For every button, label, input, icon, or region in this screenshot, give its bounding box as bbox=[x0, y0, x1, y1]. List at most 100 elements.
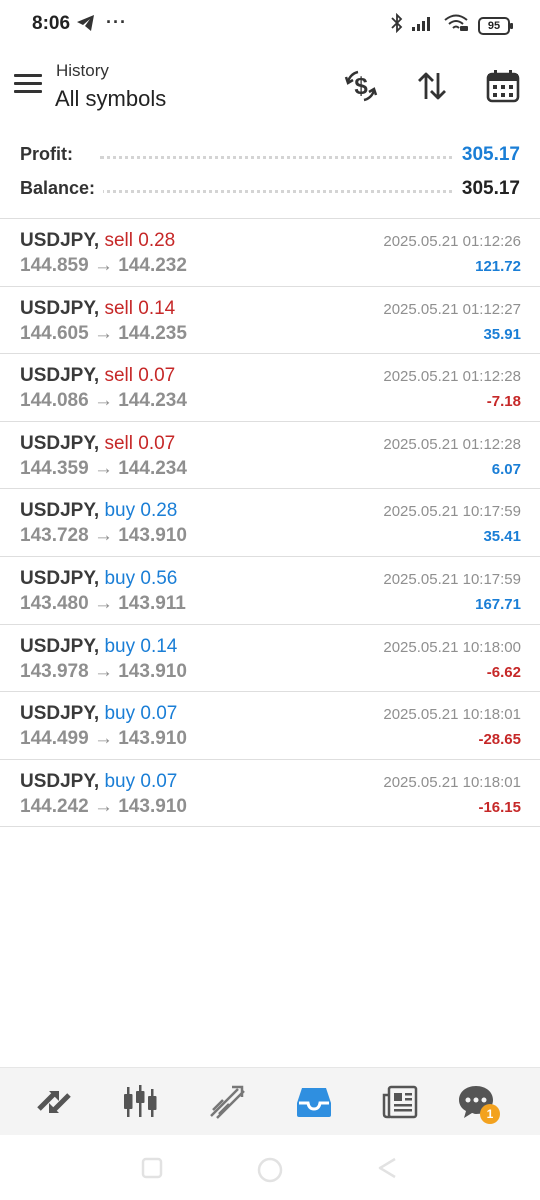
deal-time: 2025.05.21 10:18:00 bbox=[383, 638, 521, 656]
chart-icon[interactable] bbox=[120, 1082, 160, 1122]
deal-prices: 143.728 → 143.910 bbox=[20, 525, 187, 547]
messages-badge: 1 bbox=[480, 1104, 500, 1124]
deal-symbol-line: USDJPY, sell 0.14 bbox=[20, 298, 175, 320]
deal-prices: 144.359 → 144.234 bbox=[20, 457, 187, 479]
profit-label: Profit: bbox=[20, 144, 81, 165]
deal-action: buy 0.56 bbox=[104, 567, 178, 589]
deal-prices: 143.480 → 143.911 bbox=[20, 592, 186, 614]
currency-exchange-icon[interactable]: $ bbox=[341, 66, 381, 106]
balance-label: Balance: bbox=[20, 178, 104, 199]
deal-prices: 144.242 → 143.910 bbox=[20, 795, 187, 817]
account-summary: Profit: 305.17 Balance: 305.17 bbox=[0, 138, 540, 206]
deal-time: 2025.05.21 10:18:01 bbox=[383, 773, 521, 791]
more-notifications-icon: ··· bbox=[106, 12, 127, 32]
deal-time: 2025.05.21 01:12:26 bbox=[383, 233, 521, 250]
deal-action: sell 0.07 bbox=[104, 365, 176, 387]
deal-prices: 144.605 → 144.235 bbox=[20, 322, 187, 344]
back-icon[interactable] bbox=[376, 1156, 400, 1180]
status-time: 8:06 bbox=[32, 13, 71, 34]
profit-value: 305.17 bbox=[453, 144, 520, 166]
profit-row: Profit: 305.17 bbox=[0, 138, 540, 172]
quotes-icon[interactable] bbox=[34, 1082, 74, 1122]
header-subtitle: History bbox=[56, 61, 109, 80]
deal-action: buy 0.14 bbox=[104, 635, 178, 657]
calendar-icon[interactable] bbox=[483, 66, 523, 106]
deal-symbol-line: USDJPY, sell 0.07 bbox=[20, 433, 175, 455]
deal-symbol-line: USDJPY, buy 0.56 bbox=[20, 568, 177, 590]
deal-row[interactable]: USDJPY, sell 0.14 144.605 → 144.235 2025.0… bbox=[0, 287, 540, 355]
history-icon[interactable] bbox=[294, 1082, 334, 1122]
bluetooth-icon bbox=[391, 12, 403, 38]
status-bar: 8:06 ··· 95 bbox=[0, 0, 540, 48]
deal-profit: 35.41 bbox=[483, 528, 521, 546]
deal-action: buy 0.07 bbox=[104, 770, 178, 792]
news-icon[interactable] bbox=[380, 1082, 420, 1122]
wifi-icon bbox=[443, 14, 469, 37]
telegram-icon bbox=[76, 14, 96, 37]
header-title[interactable]: All symbols bbox=[55, 86, 166, 112]
deal-symbol-line: USDJPY, buy 0.28 bbox=[20, 500, 177, 522]
deal-symbol: USDJPY, bbox=[20, 635, 100, 657]
deal-symbol-line: USDJPY, buy 0.07 bbox=[20, 703, 177, 725]
deal-time: 2025.05.21 10:17:59 bbox=[383, 503, 521, 521]
deal-row[interactable]: USDJPY, sell 0.07 144.359 → 144.234 2025.0… bbox=[0, 422, 540, 490]
messages-icon[interactable]: 1 bbox=[456, 1082, 500, 1124]
balance-row: Balance: 305.17 bbox=[0, 172, 540, 206]
deal-time: 2025.05.21 10:17:59 bbox=[383, 570, 521, 588]
deal-profit: -28.65 bbox=[478, 731, 521, 749]
deal-symbol: USDJPY, bbox=[20, 432, 100, 454]
deal-action: sell 0.14 bbox=[104, 297, 176, 319]
deal-time: 2025.05.21 01:12:27 bbox=[383, 300, 521, 318]
dotted-leader bbox=[100, 156, 460, 159]
deal-symbol: USDJPY, bbox=[20, 770, 100, 792]
bottom-navigation: 1 bbox=[0, 1067, 540, 1135]
deal-profit: 121.72 bbox=[475, 258, 521, 275]
deal-profit: -6.62 bbox=[486, 663, 521, 681]
deal-row[interactable]: USDJPY, buy 0.07 144.242 → 143.910 2025.05… bbox=[0, 760, 540, 828]
deal-profit: -16.15 bbox=[478, 798, 521, 816]
recents-icon[interactable] bbox=[140, 1156, 164, 1180]
deal-symbol-line: USDJPY, sell 0.28 bbox=[20, 230, 175, 252]
deal-symbol-line: USDJPY, sell 0.07 bbox=[20, 365, 175, 387]
deal-profit: 6.07 bbox=[491, 460, 521, 478]
deal-row[interactable]: USDJPY, sell 0.28 144.859 → 144.232 2025.0… bbox=[0, 219, 540, 287]
deal-action: buy 0.07 bbox=[104, 703, 178, 725]
deal-row[interactable]: USDJPY, buy 0.07 144.499 → 143.910 2025.05… bbox=[0, 692, 540, 760]
deal-row[interactable]: USDJPY, buy 0.28 143.728 → 143.910 2025.05… bbox=[0, 489, 540, 557]
deal-symbol-line: USDJPY, buy 0.14 bbox=[20, 636, 177, 658]
deal-profit: 35.91 bbox=[483, 325, 521, 343]
deal-symbol: USDJPY, bbox=[20, 500, 100, 522]
dotted-leader bbox=[100, 190, 460, 193]
deal-profit: 167.71 bbox=[475, 595, 521, 613]
deal-prices: 143.978 → 143.910 bbox=[20, 660, 187, 682]
deal-symbol: USDJPY, bbox=[20, 365, 100, 387]
app-header: History All symbols $ bbox=[0, 56, 540, 126]
deal-row[interactable]: USDJPY, buy 0.14 143.978 → 143.910 2025.05… bbox=[0, 625, 540, 693]
sort-icon[interactable] bbox=[412, 66, 452, 106]
svg-text:$: $ bbox=[354, 73, 368, 100]
system-navigation bbox=[0, 1135, 540, 1200]
menu-icon[interactable] bbox=[14, 74, 42, 96]
home-icon[interactable] bbox=[256, 1156, 283, 1183]
balance-value: 305.17 bbox=[453, 178, 520, 200]
deal-symbol: USDJPY, bbox=[20, 703, 100, 725]
deal-prices: 144.499 → 143.910 bbox=[20, 728, 187, 750]
deal-action: buy 0.28 bbox=[104, 500, 178, 522]
deal-action: sell 0.07 bbox=[104, 432, 176, 454]
deal-symbol: USDJPY, bbox=[20, 567, 100, 589]
deal-symbol-line: USDJPY, buy 0.07 bbox=[20, 771, 177, 793]
battery-icon: 95 bbox=[478, 16, 513, 35]
deal-time: 2025.05.21 01:12:28 bbox=[383, 435, 521, 453]
deal-row[interactable]: USDJPY, sell 0.07 144.086 → 144.234 2025.0… bbox=[0, 354, 540, 422]
deal-action: sell 0.28 bbox=[104, 230, 176, 251]
deal-profit: -7.18 bbox=[486, 393, 521, 411]
deal-prices: 144.859 → 144.232 bbox=[20, 255, 187, 276]
deal-prices: 144.086 → 144.234 bbox=[20, 390, 187, 412]
deal-symbol: USDJPY, bbox=[20, 297, 100, 319]
deal-symbol: USDJPY, bbox=[20, 230, 100, 251]
deals-list: USDJPY, sell 0.28 144.859 → 144.232 2025.0… bbox=[0, 219, 540, 828]
trade-icon[interactable] bbox=[207, 1082, 247, 1122]
deal-row[interactable]: USDJPY, buy 0.56 143.480 → 143.911 2025.05… bbox=[0, 557, 540, 625]
signal-icon bbox=[412, 15, 434, 36]
deal-time: 2025.05.21 10:18:01 bbox=[383, 706, 521, 724]
